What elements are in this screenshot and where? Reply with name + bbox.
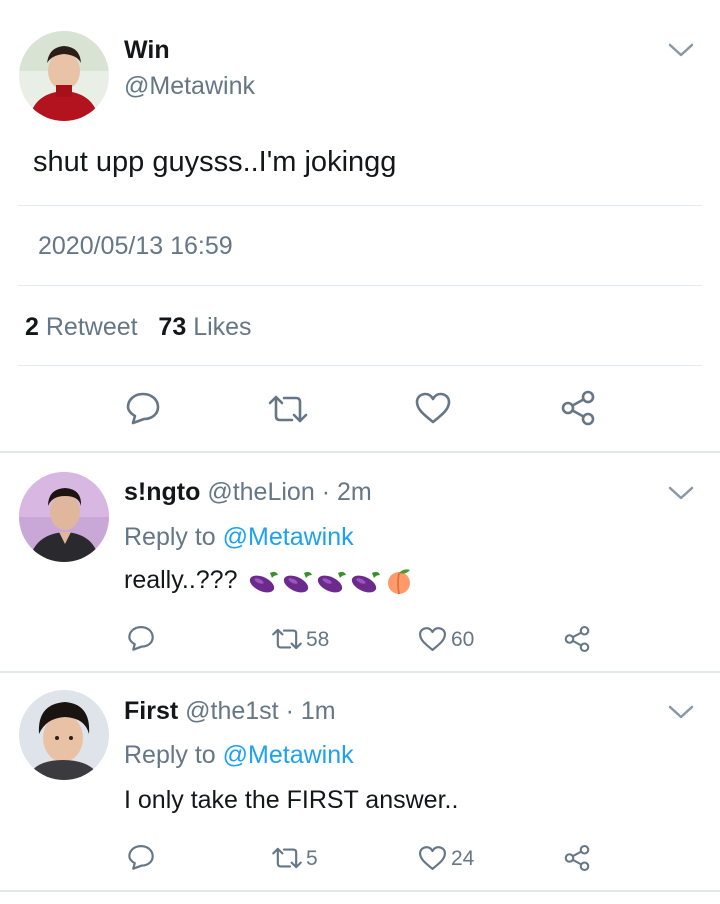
- reply-header: s!ngto @theLion · 2m: [124, 478, 372, 507]
- like-count: 24: [451, 847, 475, 870]
- reply-time: · 1m: [285, 697, 336, 725]
- chevron-down-icon[interactable]: [668, 42, 694, 58]
- reply-to-label: Reply to: [124, 523, 216, 551]
- eggplant-icon: [318, 572, 347, 593]
- eggplant-icon: [352, 572, 381, 593]
- retweet-label: Retweet: [45, 313, 138, 341]
- retweet-count: 2: [25, 313, 39, 341]
- author-name[interactable]: First: [124, 697, 178, 725]
- avatar-image: [19, 472, 109, 562]
- reply-text-content: really..???: [124, 566, 238, 594]
- retweet-icon[interactable]: [266, 392, 310, 431]
- avatar-image: [19, 690, 109, 780]
- reply-icon[interactable]: [126, 624, 156, 657]
- eggplant-icon: [250, 572, 279, 593]
- share-icon[interactable]: [562, 843, 592, 878]
- avatar[interactable]: [19, 472, 109, 562]
- mention-link[interactable]: @Metawink: [223, 523, 354, 551]
- reply-to-line: Reply to @Metawink: [124, 523, 354, 552]
- avatar-image: [19, 31, 109, 121]
- retweet-count: 5: [306, 847, 318, 870]
- heart-icon[interactable]: [413, 390, 453, 431]
- divider: [18, 365, 702, 366]
- share-icon[interactable]: [558, 388, 598, 433]
- divider: [18, 205, 702, 206]
- reply-time: · 2m: [321, 478, 372, 506]
- avatar[interactable]: [19, 31, 109, 121]
- likes-count: 73: [158, 313, 187, 341]
- author-handle[interactable]: @Metawink: [124, 72, 255, 101]
- eggplant-icon: [284, 572, 313, 593]
- tweet-timestamp[interactable]: 2020/05/13 16:59: [38, 232, 233, 261]
- like-count: 60: [451, 628, 475, 651]
- tweet-text: shut upp guysss..I'm jokingg: [33, 146, 397, 178]
- emoji-group: [248, 567, 414, 595]
- reply-icon[interactable]: [124, 390, 162, 431]
- peach-icon: [388, 569, 411, 595]
- reply-text: really..???: [124, 566, 414, 595]
- avatar[interactable]: [19, 690, 109, 780]
- share-icon[interactable]: [562, 624, 592, 659]
- section-divider: [0, 890, 720, 892]
- author-name[interactable]: Win: [124, 36, 170, 65]
- reply-to-label: Reply to: [124, 741, 216, 769]
- chevron-down-icon[interactable]: [668, 485, 694, 501]
- reply-header: First @the1st · 1m: [124, 697, 336, 726]
- tweet-stats: 2 Retweet 73 Likes: [25, 313, 252, 342]
- likes-stat[interactable]: 73 Likes: [158, 313, 251, 341]
- mention-link[interactable]: @Metawink: [223, 741, 354, 769]
- reply-text: I only take the FIRST answer..: [124, 786, 459, 814]
- author-handle[interactable]: @the1st: [185, 697, 278, 725]
- author-name[interactable]: s!ngto: [124, 478, 200, 506]
- reply-icon[interactable]: [126, 843, 156, 876]
- retweet-count: 58: [306, 628, 330, 651]
- main-tweet: Win @Metawink shut upp guysss..I'm jokin…: [0, 0, 720, 452]
- divider: [18, 285, 702, 286]
- section-divider: [0, 451, 720, 453]
- retweet-stat[interactable]: 2 Retweet: [25, 313, 138, 341]
- heart-icon[interactable]: [417, 625, 448, 658]
- likes-label: Likes: [193, 313, 252, 341]
- retweet-icon[interactable]: [270, 845, 304, 876]
- retweet-icon[interactable]: [270, 626, 304, 657]
- chevron-down-icon[interactable]: [668, 704, 694, 720]
- reply-to-line: Reply to @Metawink: [124, 741, 354, 770]
- section-divider: [0, 671, 720, 673]
- author-handle[interactable]: @theLion: [207, 478, 314, 506]
- heart-icon[interactable]: [417, 844, 448, 877]
